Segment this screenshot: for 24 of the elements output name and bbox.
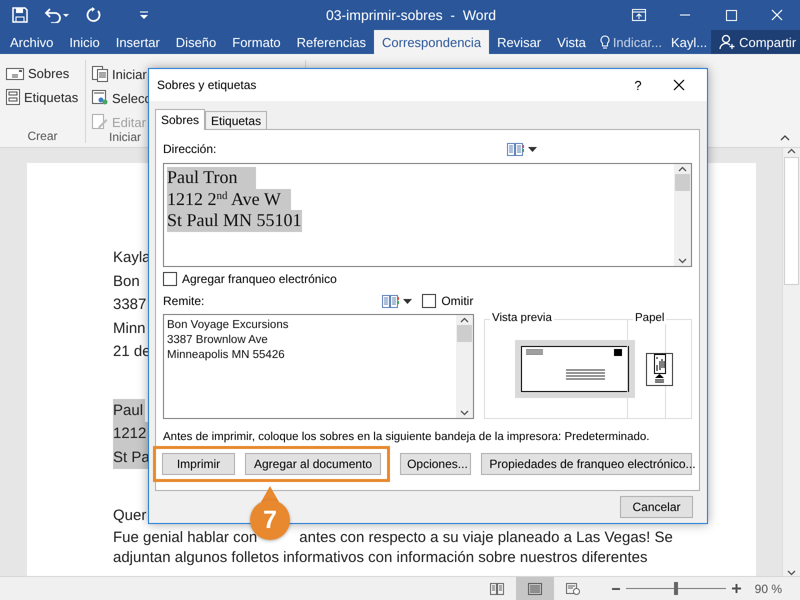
- return-address-text: Bon Voyage Excursions: [167, 318, 288, 333]
- document-text: Minn: [113, 318, 146, 338]
- return-address-text: Minneapolis MN 55426: [167, 348, 285, 363]
- document-text: Quer: [113, 506, 146, 526]
- group-label: Crear: [26, 129, 58, 143]
- document-text: 1212: [113, 422, 148, 446]
- printer-tray-note: Antes de imprimir, coloque los sobres en la siguiente bandeja de la impresora: Predeterminado.: [163, 431, 650, 443]
- document-text: Bon: [113, 272, 140, 292]
- group-label: Iniciar: [108, 130, 142, 144]
- dialog-title: Sobres y etiquetas: [157, 78, 258, 92]
- document-text: Paul: [113, 398, 146, 422]
- window-title: 03-imprimir-sobres - Word: [324, 7, 498, 23]
- return-address-text: 3387 Brownlow Ave: [167, 333, 268, 348]
- preview-label: Vista previa: [490, 312, 554, 324]
- address-label: Dirección:: [163, 142, 216, 156]
- address-text: St Paul MN 55101: [167, 210, 302, 232]
- paper-label: Papel: [633, 312, 666, 324]
- document-text: 3387: [113, 295, 146, 315]
- document-text: adjuntan algunos folletos informativos con información sobre nuestros diferentes: [113, 548, 648, 568]
- document-text: antes con respecto a su viaje planeado a Las Vegas! Se: [299, 528, 673, 548]
- document-text: Fue genial hablar con: [113, 528, 258, 548]
- address-text: Paul Tron: [167, 167, 256, 188]
- address-text: 1212 2$^{nd}$ Ave W: [167, 188, 291, 210]
- return-address-label: Remite:: [163, 294, 204, 308]
